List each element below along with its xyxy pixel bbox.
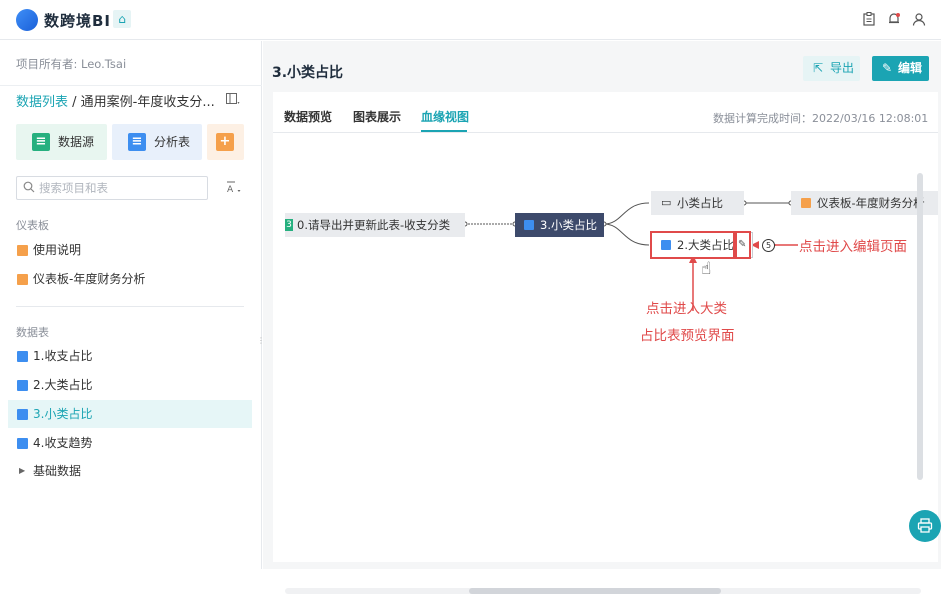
dashboard-icon [801, 198, 811, 208]
search-input[interactable] [39, 179, 203, 197]
lineage-node-label: 小类占比 [677, 196, 723, 210]
search-icon [23, 181, 35, 193]
dashboard-add-tile-button[interactable]: + [207, 124, 244, 160]
lineage-node-label: 仪表板-年度财务分析 [817, 196, 925, 210]
bell-icon[interactable] [887, 12, 901, 26]
sort-icon[interactable]: A [226, 181, 242, 195]
divider [0, 85, 262, 86]
lineage-canvas[interactable]: 3 0.请导出并更新此表-收支分类 3.小类占比 ▭ 小类占比 仪表板-年度财务… [273, 133, 938, 594]
sidebar-item-label: 3.小类占比 [33, 407, 93, 421]
line-chart-icon [17, 409, 28, 420]
page-title: 3.小类占比 [272, 65, 344, 81]
line-chart-icon [524, 220, 534, 230]
app-logo[interactable] [16, 9, 38, 31]
dashboard-icon [17, 274, 28, 285]
breadcrumb-root-link[interactable]: 数据列表 [16, 95, 68, 110]
tab-chart-display[interactable]: 图表展示 [353, 108, 401, 125]
horizontal-scrollbar[interactable] [469, 588, 721, 594]
edit-button-label: 编辑 [898, 61, 923, 75]
edit-highlight-box [735, 231, 751, 259]
lineage-node-child-chart[interactable]: ▭ 小类占比 [651, 191, 744, 215]
sidebar-item-financial-dashboard[interactable]: 仪表板-年度财务分析 [8, 265, 252, 293]
sidebar-item-usage-guide[interactable]: 使用说明 [8, 236, 252, 264]
datasource-tile-label: 数据源 [58, 135, 95, 149]
datatable-section-title: 数据表 [16, 326, 49, 339]
support-chat-button[interactable] [909, 510, 941, 542]
analysis-table-icon: ≡ [128, 133, 146, 151]
layout-toggle-icon[interactable] [226, 93, 240, 107]
breadcrumb: 数据列表 / 通用案例-年度收支分... [16, 91, 216, 110]
datasource-icon: ≡ [32, 133, 50, 151]
analysis-table-tile-button[interactable]: ≡ 分析表 [112, 124, 202, 160]
annotation-preview-hint-2: 占比表预览界面 [640, 328, 735, 344]
presentation-icon: ▭ [661, 196, 672, 209]
lineage-node-current[interactable]: 3.小类占比 [515, 213, 604, 237]
content-panel: 数据预览 图表展示 血缘视图 数据计算完成时间：2022/03/16 12:08… [273, 92, 938, 594]
sidebar-item-income-expense-trend[interactable]: 4.收支趋势 [8, 429, 252, 457]
main-content: 3.小类占比 ⇱ 导出 ✎ 编辑 数据预览 图表展示 血缘视图 数据计算完成时间… [263, 41, 941, 594]
edit-pencil-icon: ✎ [882, 61, 893, 75]
datasource-tile-button[interactable]: ≡ 数据源 [16, 124, 107, 160]
divider [16, 306, 244, 307]
tab-data-preview[interactable]: 数据预览 [284, 108, 332, 125]
lineage-node-label: 3.小类占比 [540, 218, 597, 232]
search-box [16, 176, 208, 200]
lineage-node-dashboard[interactable]: 仪表板-年度财务分析 [791, 191, 938, 215]
sidebar-item-minor-category-ratio[interactable]: 3.小类占比 [8, 400, 252, 428]
lineage-node-source[interactable]: 3 0.请导出并更新此表-收支分类 [285, 213, 465, 237]
sidebar-item-label: 使用说明 [33, 243, 82, 257]
home-icon[interactable]: ⌂ [113, 10, 131, 28]
line-chart-icon [17, 380, 28, 391]
user-icon[interactable] [912, 12, 926, 26]
breadcrumb-current[interactable]: 通用案例-年度收支分... [81, 95, 215, 110]
sidebar-item-label: 1.收支占比 [33, 349, 93, 363]
export-button-label: 导出 [830, 61, 855, 75]
annotation-edit-hint: 点击进入编辑页面 [799, 239, 907, 255]
svg-text:A: A [227, 185, 234, 193]
project-owner: 项目所有者: Leo.Tsai [16, 57, 127, 71]
source-badge: 3 [285, 219, 293, 231]
app-name[interactable]: 数跨境BI [44, 10, 111, 31]
child-count-badge[interactable]: 5 [762, 239, 775, 252]
dashboard-section-title: 仪表板 [16, 219, 49, 232]
line-chart-icon [17, 438, 28, 449]
export-icon: ⇱ [813, 61, 824, 75]
vertical-scrollbar[interactable] [917, 173, 923, 480]
export-button[interactable]: ⇱ 导出 [803, 56, 860, 81]
annotation-preview-hint-1: 点击进入大类 [646, 301, 727, 317]
sidebar-item-label: 仪表板-年度财务分析 [33, 272, 146, 286]
line-chart-icon [17, 351, 28, 362]
sidebar-item-label: 2.大类占比 [33, 378, 93, 392]
sidebar-item-income-expense-ratio[interactable]: 1.收支占比 [8, 342, 252, 370]
dashboard-add-icon: + [216, 133, 234, 151]
lineage-node-label: 0.请导出并更新此表-收支分类 [297, 218, 451, 232]
breadcrumb-separator: / [68, 95, 81, 110]
dashboard-icon [17, 245, 28, 256]
sidebar-item-major-category-ratio[interactable]: 2.大类占比 [8, 371, 252, 399]
sidebar: 项目所有者: Leo.Tsai 数据列表 / 通用案例-年度收支分... ≡ 数… [0, 41, 265, 569]
preview-highlight-box [650, 231, 735, 259]
resize-handle[interactable]: ⋮ [257, 337, 265, 351]
analysis-table-tile-label: 分析表 [154, 135, 191, 149]
sidebar-folder-base-data[interactable]: ▶ 基础数据 [8, 457, 252, 485]
clipboard-icon[interactable] [862, 12, 876, 26]
hand-cursor-icon: ☝ [701, 259, 712, 279]
sidebar-folder-label: 基础数据 [33, 464, 82, 478]
top-bar: 数跨境BI ⌂ [0, 0, 941, 40]
printer-icon [917, 518, 933, 533]
calc-time-text: 数据计算完成时间：2022/03/16 12:08:01 [713, 112, 929, 125]
caret-right-icon: ▶ [19, 466, 26, 475]
edit-button[interactable]: ✎ 编辑 [872, 56, 929, 81]
tab-lineage-view[interactable]: 血缘视图 [421, 108, 469, 125]
sidebar-item-label: 4.收支趋势 [33, 436, 93, 450]
